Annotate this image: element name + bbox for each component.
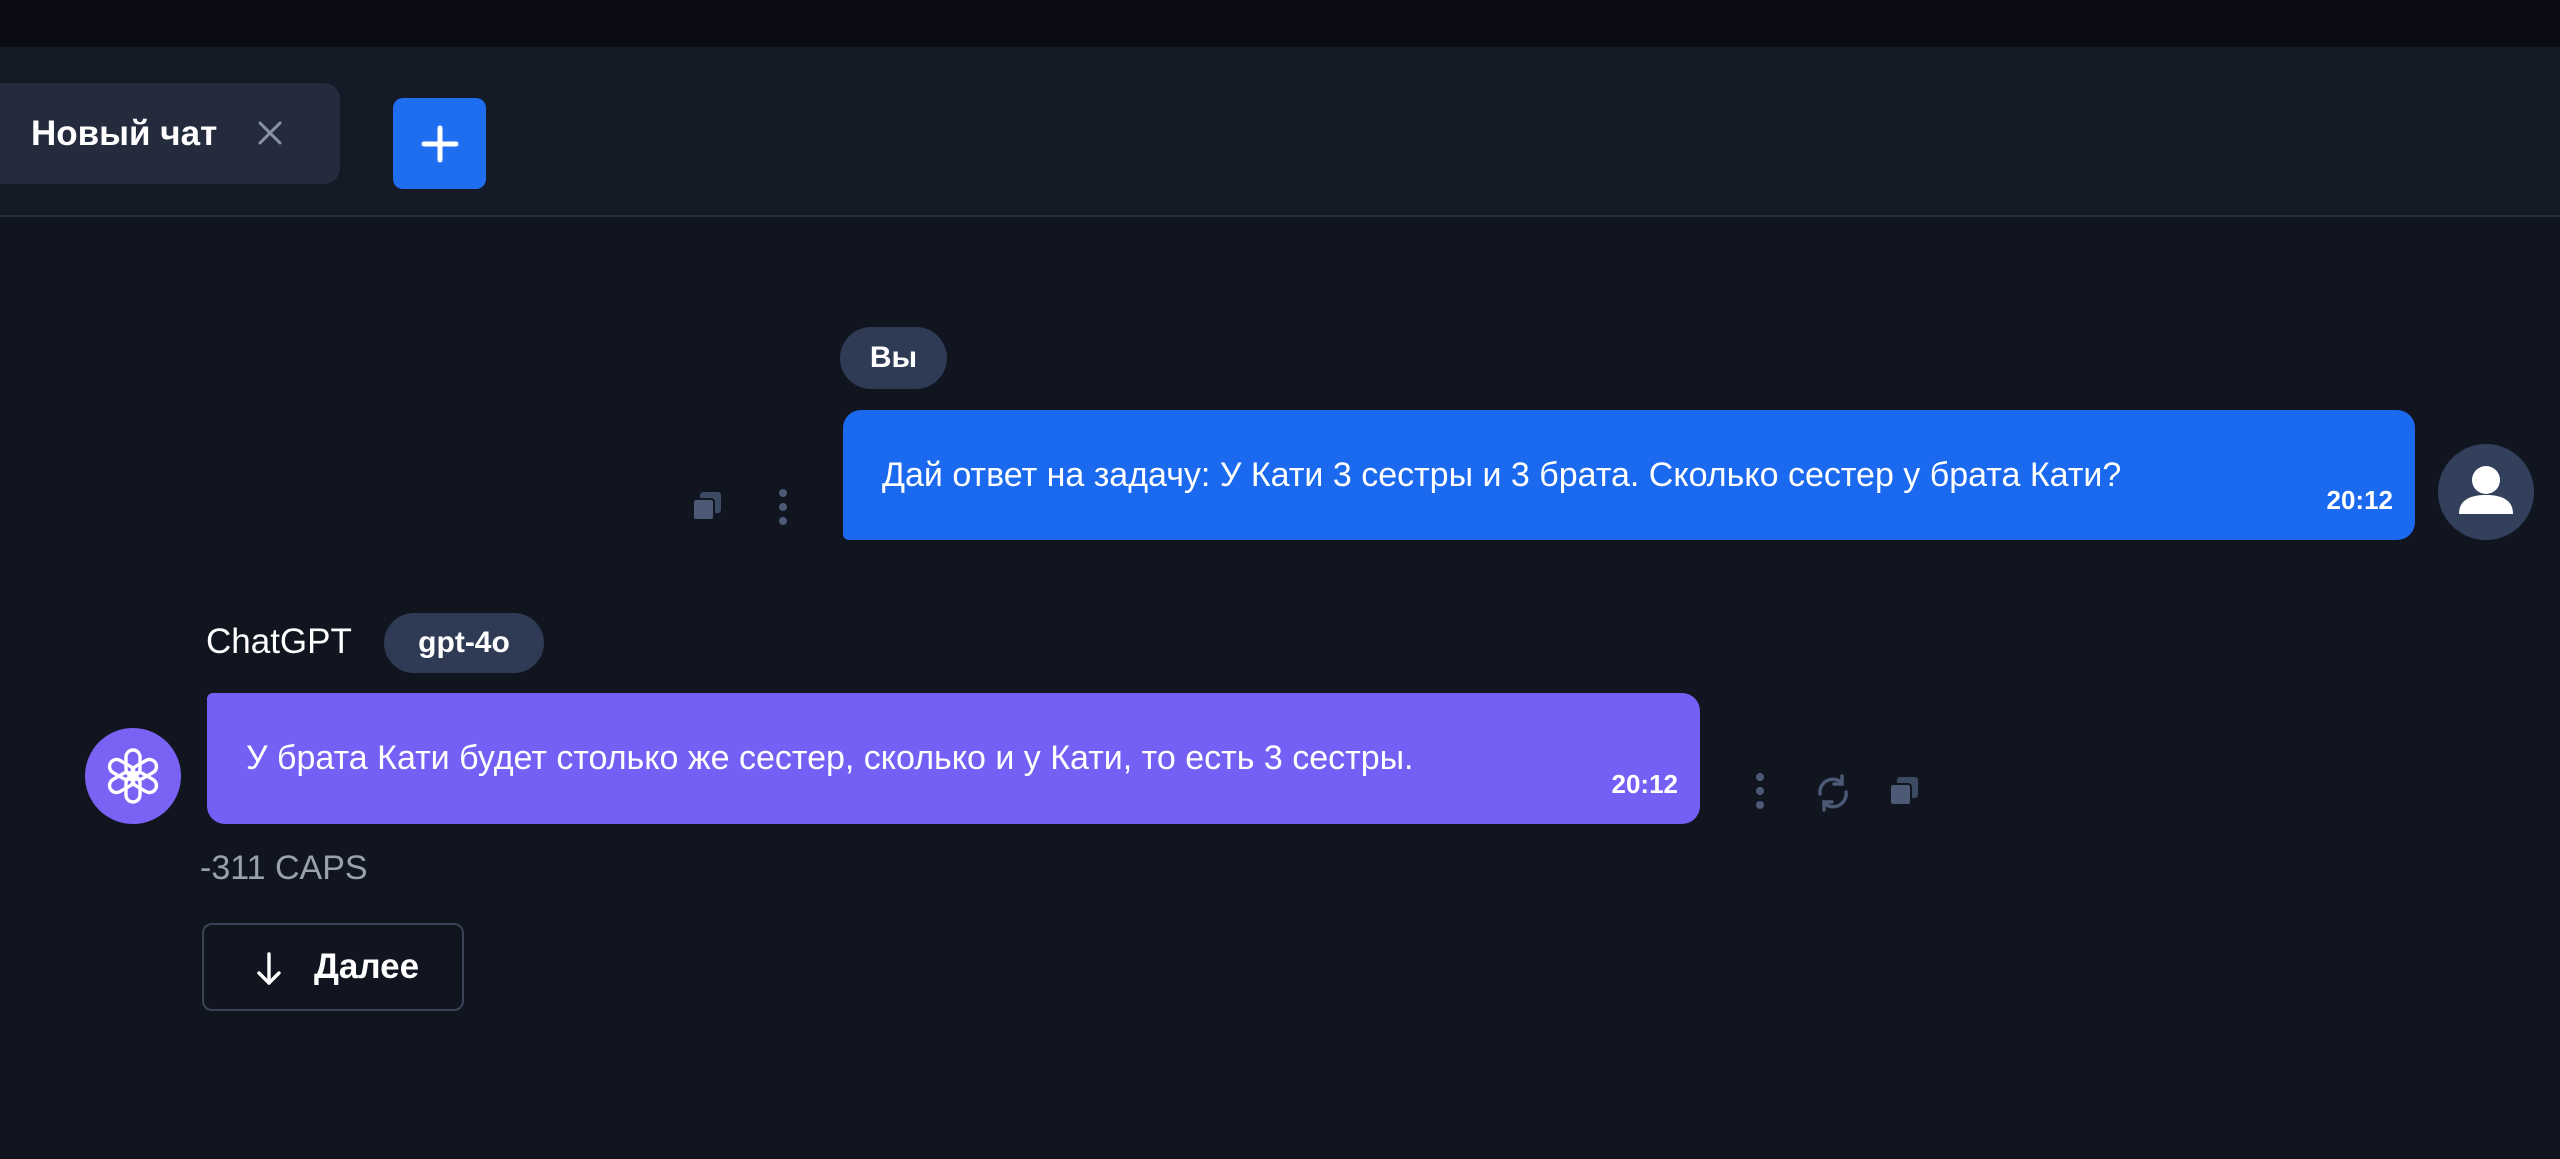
tab-label: Новый чат (31, 114, 218, 153)
plus-icon (421, 125, 459, 163)
assistant-message-bubble: У брата Кати будет столько же сестер, ск… (207, 693, 1700, 824)
user-icon (2459, 466, 2513, 514)
openai-logo-icon (107, 748, 159, 804)
next-button[interactable]: Далее (202, 923, 464, 1011)
copy-icon[interactable] (1886, 773, 1922, 809)
arrow-down-icon (257, 952, 281, 985)
assistant-name: ChatGPT (206, 622, 352, 661)
next-button-label: Далее (314, 947, 420, 986)
message-time: 20:12 (1611, 769, 1679, 799)
more-options-icon[interactable] (1748, 770, 1772, 812)
assistant-avatar (85, 728, 181, 824)
sender-label-you: Вы (840, 327, 947, 389)
tab-new-chat[interactable]: Новый чат (0, 83, 340, 184)
message-text: Дай ответ на задачу: У Кати 3 сестры и 3… (882, 456, 2122, 494)
more-options-icon[interactable] (771, 486, 795, 528)
regenerate-icon[interactable] (1812, 772, 1854, 814)
close-icon[interactable] (252, 115, 288, 151)
cost-caps: -311 CAPS (200, 849, 368, 887)
message-text: У брата Кати будет столько же сестер, ск… (246, 739, 1414, 777)
user-message-bubble: Дай ответ на задачу: У Кати 3 сестры и 3… (843, 410, 2415, 540)
tab-bar: Новый чат (0, 47, 2560, 217)
message-time: 20:12 (2326, 485, 2394, 515)
window-top-strip (0, 0, 2560, 47)
user-avatar (2438, 444, 2534, 540)
new-chat-button[interactable] (393, 98, 486, 189)
model-badge: gpt-4o (384, 613, 544, 673)
copy-icon[interactable] (689, 488, 725, 524)
